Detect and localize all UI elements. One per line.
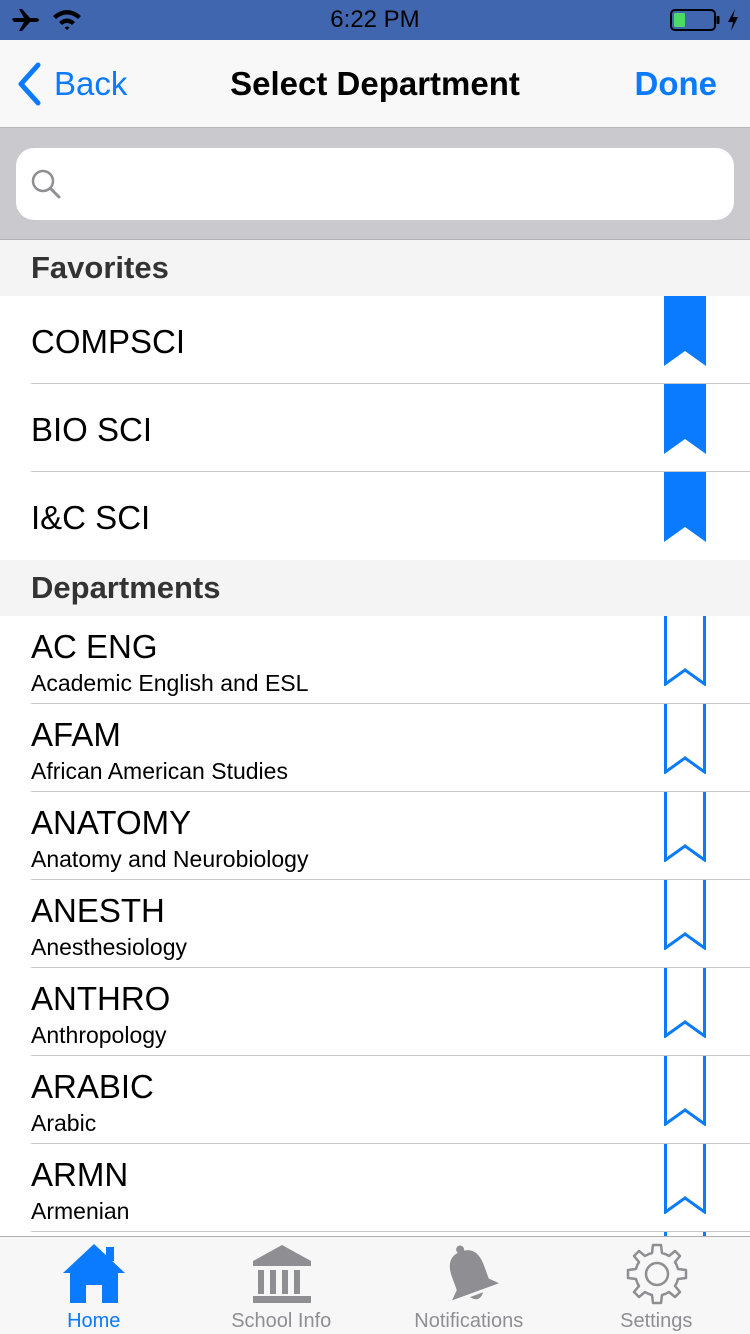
bookmark-filled-icon[interactable] bbox=[664, 472, 706, 542]
bookmark-outline-icon[interactable] bbox=[664, 1056, 706, 1126]
battery-icon bbox=[670, 9, 720, 31]
tab-settings[interactable]: Settings bbox=[563, 1237, 750, 1334]
department-code: AFAM bbox=[31, 716, 121, 753]
departments-section-header: Departments bbox=[0, 560, 750, 616]
department-name: Arabic bbox=[31, 1110, 97, 1136]
department-row[interactable]: ANTHRO Anthropology bbox=[0, 968, 750, 1056]
bookmark-outline-icon[interactable] bbox=[664, 704, 706, 774]
department-row[interactable]: ANATOMY Anatomy and Neurobiology bbox=[0, 792, 750, 880]
bell-icon bbox=[449, 1245, 499, 1301]
bookmark-filled-icon[interactable] bbox=[664, 384, 706, 454]
department-row[interactable]: AFAM African American Studies bbox=[0, 704, 750, 792]
department-code: ARMN bbox=[31, 1156, 129, 1193]
done-button[interactable]: Done bbox=[635, 65, 718, 103]
favorite-row[interactable]: BIO SCI bbox=[0, 384, 750, 472]
back-button-label: Back bbox=[54, 65, 128, 102]
department-code: COMPSCI bbox=[31, 323, 186, 360]
department-code: ANTHRO bbox=[31, 980, 171, 1017]
charging-icon bbox=[728, 9, 738, 31]
school-icon bbox=[252, 1245, 311, 1303]
department-code: BIO SCI bbox=[31, 411, 153, 448]
status-time: 6:22 PM bbox=[330, 6, 420, 33]
department-name: Anesthesiology bbox=[31, 934, 187, 960]
search-field[interactable] bbox=[16, 148, 734, 220]
tab-label: Home bbox=[67, 1310, 121, 1332]
department-name: Armenian bbox=[31, 1198, 130, 1224]
tab-bar: Home School Info Notifications Settings bbox=[0, 1236, 750, 1334]
department-code: I&C SCI bbox=[31, 499, 151, 536]
navigation-bar: Back Select Department Done bbox=[0, 40, 750, 128]
department-name: Anthropology bbox=[31, 1022, 167, 1048]
search-bar bbox=[0, 128, 750, 240]
department-name: Anatomy and Neurobiology bbox=[31, 846, 309, 872]
gear-icon bbox=[626, 1243, 687, 1305]
bookmark-outline-icon[interactable] bbox=[664, 616, 706, 686]
department-row[interactable]: AC ENG Academic English and ESL bbox=[0, 616, 750, 704]
search-icon bbox=[31, 169, 61, 199]
department-code: ANATOMY bbox=[31, 804, 192, 841]
tab-home[interactable]: Home bbox=[0, 1237, 188, 1334]
back-button[interactable]: Back bbox=[16, 60, 127, 108]
bookmark-filled-icon[interactable] bbox=[664, 296, 706, 366]
bookmark-outline-icon[interactable] bbox=[664, 792, 706, 862]
department-code: ANESTH bbox=[31, 892, 165, 929]
department-code: ARABIC bbox=[31, 1068, 154, 1105]
tab-label: School Info bbox=[231, 1310, 332, 1332]
tab-label: Settings bbox=[620, 1310, 693, 1332]
department-code: AC ENG bbox=[31, 628, 158, 665]
status-bar: 6:22 PM bbox=[0, 0, 750, 40]
chevron-left-icon bbox=[18, 62, 41, 106]
department-name: African American Studies bbox=[31, 758, 288, 784]
department-row[interactable]: ANESTH Anesthesiology bbox=[0, 880, 750, 968]
tab-label: Notifications bbox=[414, 1310, 524, 1332]
favorites-section-title: Favorites bbox=[31, 250, 169, 285]
favorite-row[interactable]: COMPSCI bbox=[0, 296, 750, 384]
tab-notifications[interactable]: Notifications bbox=[375, 1237, 563, 1334]
tab-school-info[interactable]: School Info bbox=[188, 1237, 376, 1334]
bookmark-outline-icon[interactable] bbox=[664, 968, 706, 1038]
department-name: Academic English and ESL bbox=[31, 670, 309, 696]
bookmark-outline-icon[interactable] bbox=[664, 880, 706, 950]
favorites-section-header: Favorites bbox=[0, 240, 750, 296]
home-icon bbox=[63, 1244, 125, 1303]
search-input[interactable] bbox=[76, 158, 716, 210]
department-row[interactable]: ARABIC Arabic bbox=[0, 1056, 750, 1144]
department-row[interactable]: ARMN Armenian bbox=[0, 1144, 750, 1232]
bookmark-outline-icon[interactable] bbox=[664, 1144, 706, 1214]
favorite-row[interactable]: I&C SCI bbox=[0, 472, 750, 560]
departments-section-title: Departments bbox=[31, 570, 221, 605]
